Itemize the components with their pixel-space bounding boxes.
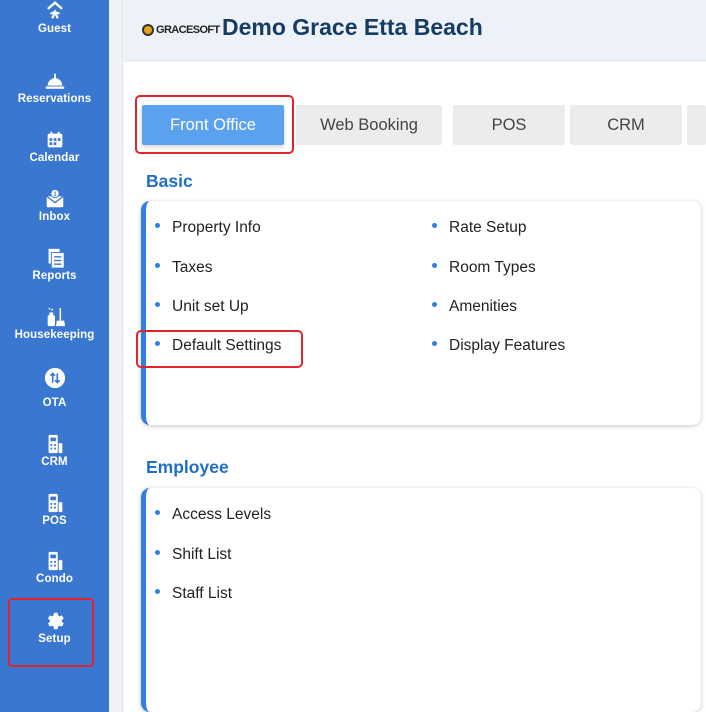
sidebar-item-label: Guest: [37, 23, 72, 35]
sidebar-item-reports[interactable]: Reports: [0, 247, 109, 282]
page-title: Demo Grace Etta Beach: [222, 14, 483, 40]
sidebar-item-label: Calendar: [29, 152, 80, 164]
bullet-icon: [155, 302, 160, 308]
sidebar-item-label: Inbox: [38, 211, 71, 223]
sidebar-item-reservations[interactable]: Reservations: [0, 70, 109, 105]
sidebar-divider: [109, 0, 123, 712]
pos-icon: [0, 492, 109, 514]
sidebar-item-guest[interactable]: Guest: [0, 0, 109, 35]
link-taxes[interactable]: Taxes: [155, 259, 213, 277]
sidebar-item-condo[interactable]: Condo: [0, 550, 109, 585]
bullet-icon: [155, 550, 160, 556]
bullet-icon: [432, 341, 437, 347]
sidebar-item-label: Reports: [32, 270, 77, 282]
link-staff-list[interactable]: Staff List: [155, 585, 232, 603]
sidebar: Guest Reservations Calendar 1 Inbox Repo…: [0, 0, 109, 712]
sidebar-item-inbox[interactable]: 1 Inbox: [0, 188, 109, 223]
sidebar-item-label: CRM: [41, 456, 68, 468]
bullet-icon: [432, 263, 437, 269]
tab-web-booking[interactable]: Web Booking: [296, 105, 442, 145]
link-rate-setup[interactable]: Rate Setup: [432, 219, 527, 237]
link-property-info[interactable]: Property Info: [155, 219, 261, 237]
logo-text: GRACESOFT: [156, 24, 220, 36]
header: GRACESOFT Demo Grace Etta Beach: [124, 0, 706, 61]
bullet-icon: [155, 510, 160, 516]
sidebar-item-label: Housekeeping: [14, 329, 95, 341]
section-title-basic: Basic: [146, 171, 193, 191]
inbox-icon: 1: [0, 188, 109, 210]
ota-icon: [0, 367, 109, 389]
sidebar-item-label: POS: [42, 515, 67, 527]
bullet-icon: [155, 263, 160, 269]
sidebar-item-label: Reservations: [17, 93, 92, 105]
calendar-icon: [0, 129, 109, 151]
bullet-icon: [432, 223, 437, 229]
tab-crm[interactable]: CRM: [570, 105, 682, 145]
default-settings-highlight-box: [136, 330, 303, 368]
bullet-icon: [432, 302, 437, 308]
bullet-icon: [155, 589, 160, 595]
reservations-icon: [0, 70, 109, 92]
tab-overflow[interactable]: [687, 105, 706, 145]
link-access-levels[interactable]: Access Levels: [155, 506, 271, 524]
link-unit-set-up[interactable]: Unit set Up: [155, 298, 249, 316]
setup-highlight-box: [8, 598, 94, 667]
sidebar-item-calendar[interactable]: Calendar: [0, 129, 109, 164]
sidebar-item-pos[interactable]: POS: [0, 492, 109, 527]
tab-pos[interactable]: POS: [453, 105, 565, 145]
sidebar-item-housekeeping[interactable]: Housekeeping: [0, 306, 109, 341]
sidebar-item-ota[interactable]: OTA: [0, 367, 109, 409]
reports-icon: [0, 247, 109, 269]
front-office-highlight-box: [135, 95, 294, 154]
sidebar-item-crm[interactable]: CRM: [0, 433, 109, 468]
sidebar-item-label: OTA: [42, 397, 67, 409]
housekeeping-icon: [0, 306, 109, 328]
gracesoft-logo: GRACESOFT: [142, 21, 220, 39]
main-content: Front Office Web Booking POS CRM Basic P…: [124, 62, 706, 712]
condo-icon: [0, 550, 109, 572]
link-amenities[interactable]: Amenities: [432, 298, 517, 316]
link-display-features[interactable]: Display Features: [432, 337, 565, 355]
section-title-employee: Employee: [146, 457, 229, 477]
crm-icon: [0, 433, 109, 455]
sidebar-item-label: Condo: [36, 573, 73, 585]
logo-mark-icon: [142, 24, 154, 36]
guest-icon: [0, 0, 109, 22]
link-shift-list[interactable]: Shift List: [155, 546, 231, 564]
link-room-types[interactable]: Room Types: [432, 259, 536, 277]
bullet-icon: [155, 223, 160, 229]
